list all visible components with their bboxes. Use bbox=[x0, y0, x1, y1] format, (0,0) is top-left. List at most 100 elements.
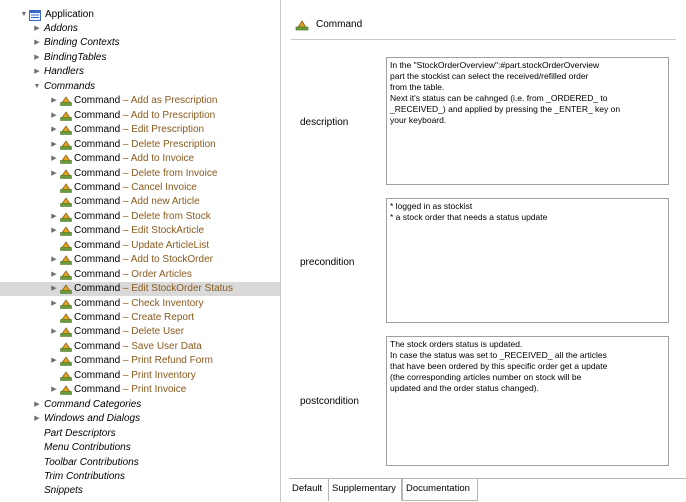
tree-item-commands[interactable]: ▼ Commands bbox=[0, 80, 280, 94]
tree-item-menu-contributions[interactable]: Menu Contributions bbox=[0, 441, 280, 455]
chevron-right-icon[interactable]: ▶ bbox=[50, 354, 58, 368]
tree-item-command-add-as-prescription[interactable]: ▶ Command – Add as Prescription bbox=[0, 94, 280, 108]
command-icon bbox=[295, 20, 309, 31]
chevron-right-icon[interactable]: ▶ bbox=[50, 94, 58, 108]
command-type-text: Command bbox=[74, 139, 121, 150]
command-type-text: Command bbox=[74, 355, 121, 366]
command-icon bbox=[60, 169, 72, 179]
command-type-text: Command bbox=[74, 182, 121, 193]
command-type-text: Command bbox=[74, 211, 121, 222]
command-type-text: Command bbox=[74, 225, 121, 236]
chevron-right-icon[interactable]: ▶ bbox=[33, 65, 41, 79]
tree-item-command-edit-prescription[interactable]: ▶ Command – Edit Prescription bbox=[0, 123, 280, 137]
chevron-right-icon[interactable]: ▶ bbox=[33, 36, 41, 50]
command-name-text: – Edit StockOrder Status bbox=[120, 283, 233, 294]
tree-root-application[interactable]: ▼ Application bbox=[0, 8, 280, 22]
chevron-right-icon[interactable]: ▶ bbox=[50, 282, 58, 296]
tree-item-addons[interactable]: ▶ Addons bbox=[0, 22, 280, 36]
tree-item-label: Part Descriptors bbox=[44, 428, 116, 439]
tree-item-command-add-new-article[interactable]: Command – Add new Article bbox=[0, 195, 280, 209]
tree-item-command-order-articles[interactable]: ▶ Command – Order Articles bbox=[0, 268, 280, 282]
chevron-right-icon[interactable]: ▶ bbox=[50, 210, 58, 224]
chevron-down-icon[interactable]: ▼ bbox=[33, 80, 41, 94]
command-type-text: Command bbox=[74, 384, 121, 395]
tree-item-command-create-report[interactable]: Command – Create Report bbox=[0, 311, 280, 325]
tree-item-command-edit-stockarticle[interactable]: ▶ Command – Edit StockArticle bbox=[0, 224, 280, 238]
command-name-text: – Delete Prescription bbox=[120, 139, 216, 150]
command-icon bbox=[60, 212, 72, 222]
tree-item-command-delete-user[interactable]: ▶ Command – Delete User bbox=[0, 325, 280, 339]
chevron-down-icon[interactable]: ▼ bbox=[20, 8, 28, 22]
tab-supplementary[interactable]: Supplementary bbox=[329, 479, 402, 501]
text-line: * logged in as stockist bbox=[390, 201, 473, 211]
text-line: _RECEIVED_) and applied by pressing the … bbox=[390, 104, 621, 114]
precondition-label: precondition bbox=[300, 257, 355, 268]
tree-item-label: Command – Add to Prescription bbox=[74, 109, 215, 123]
tree-item-binding-contexts[interactable]: ▶ Binding Contexts bbox=[0, 36, 280, 50]
tree-item-label: Handlers bbox=[44, 66, 85, 77]
command-icon bbox=[60, 154, 72, 164]
tree-item-windows-and-dialogs[interactable]: ▶ Windows and Dialogs bbox=[0, 412, 280, 426]
tree-item-part-descriptors[interactable]: Part Descriptors bbox=[0, 427, 280, 441]
tree-item-label: Menu Contributions bbox=[44, 442, 131, 453]
text-line: (the corresponding articles number on st… bbox=[390, 372, 582, 382]
command-icon bbox=[60, 270, 72, 280]
command-name-text: – Edit StockArticle bbox=[120, 225, 205, 236]
tree-item-label: Command – Check Inventory bbox=[74, 297, 204, 311]
tree-item-command-print-refund-form[interactable]: ▶ Command – Print Refund Form bbox=[0, 354, 280, 368]
description-textarea[interactable]: In the "StockOrderOverview":#part.stockO… bbox=[386, 57, 669, 185]
tree-item-command-edit-stockorder-status[interactable]: ▶ Command – Edit StockOrder Status bbox=[0, 282, 280, 296]
tree-item-command-add-to-stockorder[interactable]: ▶ Command – Add to StockOrder bbox=[0, 253, 280, 267]
chevron-right-icon[interactable]: ▶ bbox=[50, 138, 58, 152]
chevron-right-icon[interactable]: ▶ bbox=[33, 398, 41, 412]
tree-item-command-check-inventory[interactable]: ▶ Command – Check Inventory bbox=[0, 297, 280, 311]
tree-item-command-cancel-invoice[interactable]: Command – Cancel Invoice bbox=[0, 181, 280, 195]
chevron-right-icon[interactable]: ▶ bbox=[50, 325, 58, 339]
tree-item-command-update-articlelist[interactable]: Command – Update ArticleList bbox=[0, 239, 280, 253]
header-divider bbox=[291, 39, 676, 40]
chevron-right-icon[interactable]: ▶ bbox=[50, 268, 58, 282]
chevron-right-icon[interactable]: ▶ bbox=[50, 224, 58, 238]
tree-item-command-print-invoice[interactable]: ▶ Command – Print Invoice bbox=[0, 383, 280, 397]
tree-item-command-add-to-invoice[interactable]: ▶ Command – Add to Invoice bbox=[0, 152, 280, 166]
command-name-text: – Delete from Stock bbox=[120, 211, 211, 222]
chevron-right-icon[interactable]: ▶ bbox=[50, 123, 58, 137]
tree-item-label: Command – Add as Prescription bbox=[74, 94, 217, 108]
tree-item-command-categories[interactable]: ▶ Command Categories bbox=[0, 398, 280, 412]
tab-default[interactable]: Default bbox=[289, 479, 329, 501]
chevron-right-icon[interactable]: ▶ bbox=[50, 109, 58, 123]
command-type-text: Command bbox=[74, 254, 121, 265]
tree-item-command-save-user-data[interactable]: Command – Save User Data bbox=[0, 340, 280, 354]
command-name-text: – Add to Invoice bbox=[120, 153, 195, 164]
chevron-right-icon[interactable]: ▶ bbox=[33, 412, 41, 426]
chevron-right-icon[interactable]: ▶ bbox=[50, 297, 58, 311]
command-type-text: Command bbox=[74, 110, 121, 121]
tree-item-toolbar-contributions[interactable]: Toolbar Contributions bbox=[0, 456, 280, 470]
tree-item-command-add-to-prescription[interactable]: ▶ Command – Add to Prescription bbox=[0, 109, 280, 123]
tree-item-snippets[interactable]: Snippets bbox=[0, 484, 280, 498]
tree-item-label: Command – Cancel Invoice bbox=[74, 181, 197, 195]
tree-item-trim-contributions[interactable]: Trim Contributions bbox=[0, 470, 280, 484]
tree-item-label: Snippets bbox=[44, 485, 83, 496]
chevron-right-icon[interactable]: ▶ bbox=[50, 152, 58, 166]
chevron-right-icon[interactable]: ▶ bbox=[33, 22, 41, 36]
chevron-right-icon[interactable]: ▶ bbox=[33, 51, 41, 65]
tree-item-handlers[interactable]: ▶ Handlers bbox=[0, 65, 280, 79]
tree-item-command-delete-from-invoice[interactable]: ▶ Command – Delete from Invoice bbox=[0, 167, 280, 181]
command-icon bbox=[60, 255, 72, 265]
tab-documentation[interactable]: Documentation bbox=[402, 479, 478, 501]
tree-item-label: Commands bbox=[44, 81, 96, 92]
chevron-right-icon[interactable]: ▶ bbox=[50, 383, 58, 397]
command-editor: Command description In the "StockOrderOv… bbox=[289, 0, 686, 502]
chevron-right-icon[interactable]: ▶ bbox=[50, 167, 58, 181]
chevron-right-icon[interactable]: ▶ bbox=[50, 253, 58, 267]
tree-item-bindingtables[interactable]: ▶ BindingTables bbox=[0, 51, 280, 65]
postcondition-textarea[interactable]: The stock orders status is updated. In ca… bbox=[386, 336, 669, 466]
command-name-text: – Add new Article bbox=[120, 196, 200, 207]
command-icon bbox=[60, 356, 72, 366]
tree-item-command-print-inventory[interactable]: Command – Print Inventory bbox=[0, 369, 280, 383]
tree-item-command-delete-prescription[interactable]: ▶ Command – Delete Prescription bbox=[0, 138, 280, 152]
command-icon bbox=[60, 140, 72, 150]
tree-item-command-delete-from-stock[interactable]: ▶ Command – Delete from Stock bbox=[0, 210, 280, 224]
precondition-textarea[interactable]: * logged in as stockist * a stock order t… bbox=[386, 198, 669, 323]
